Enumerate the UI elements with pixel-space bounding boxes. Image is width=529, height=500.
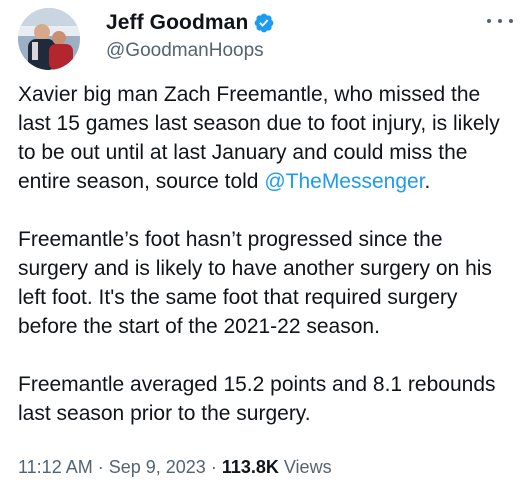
- more-options-icon[interactable]: [487, 14, 513, 28]
- tweet-meta: 11:12 AM · Sep 9, 2023 · 113.8K Views: [18, 457, 332, 478]
- mention-link[interactable]: @TheMessenger: [264, 170, 424, 193]
- meta-separator: ·: [92, 457, 109, 477]
- display-name[interactable]: Jeff Goodman: [106, 11, 248, 35]
- tweet-time[interactable]: 11:12 AM: [18, 457, 93, 477]
- tweet-paragraph-3: Freemantle averaged 15.2 points and 8.1 …: [18, 373, 496, 425]
- tweet-date[interactable]: Sep 9, 2023: [109, 457, 206, 477]
- views-label: Views: [278, 457, 332, 477]
- paragraph-text-end: .: [424, 170, 431, 193]
- tweet-paragraph-2: Freemantle’s foot hasn’t progressed sinc…: [18, 228, 492, 338]
- verified-badge-icon[interactable]: [253, 12, 275, 34]
- tweet-paragraph-1: Xavier big man Zach Freemantle, who miss…: [18, 80, 518, 196]
- user-handle[interactable]: @GoodmanHoops: [106, 40, 275, 62]
- name-row: Jeff Goodman: [106, 10, 275, 36]
- tweet-header: Jeff Goodman @GoodmanHoops: [106, 10, 275, 62]
- views-count: 113.8K: [221, 457, 279, 477]
- tweet-card: Jeff Goodman @GoodmanHoops Xavier big ma…: [0, 0, 529, 500]
- avatar[interactable]: [18, 8, 80, 70]
- tweet-text: Xavier big man Zach Freemantle, who miss…: [18, 80, 518, 428]
- meta-separator: ·: [205, 457, 222, 477]
